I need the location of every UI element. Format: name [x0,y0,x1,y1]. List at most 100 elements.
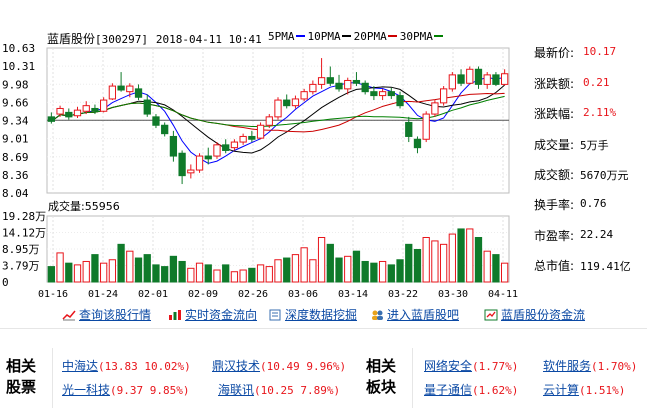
related-item-name[interactable]: 量子通信 [424,383,472,397]
flow-icon [484,309,498,321]
volume-bar [291,254,300,283]
volume-bar [335,257,343,283]
people-icon [370,309,384,321]
related-stocks-heading: 相关 股票 [6,356,36,398]
price-tick-label: 9.34 [2,115,29,128]
volume-bar [309,259,317,283]
volume-tick-label: 14.12万 [2,227,46,240]
volume-bar [117,243,125,283]
quick-link[interactable]: 进入蓝盾股吧 [370,306,459,323]
x-tick-label: 03-22 [388,289,418,300]
related-item-name[interactable]: 云计算 [543,383,579,397]
candle-body [396,95,404,107]
stat-value: 10.17 [583,45,617,58]
quick-link-label: 查询该股行情 [79,308,152,322]
volume-bar [378,260,387,283]
stat-label: 换手率: [534,198,575,212]
candle-body [326,77,334,84]
quick-link[interactable]: 深度数据挖掘 [268,306,357,323]
candle-body [100,99,108,112]
quick-link[interactable]: 实时资金流向 [168,306,257,323]
candle-body [134,88,143,98]
related-stock-item[interactable]: 鼎汉技术(10.49 9.96%) [212,357,346,374]
volume-bar [483,250,491,283]
price-tick-label: 9.66 [2,96,29,109]
candle-body [187,169,195,174]
related-stock-item[interactable]: 中海达(13.83 10.02%) [62,357,191,374]
ma-legend-item: 30PMA [400,30,446,43]
volume-tick-label: 19.28万 [2,210,46,223]
stock-code: [300297] [95,33,148,46]
volume-bar [413,248,422,283]
related-sector-item[interactable]: 云计算(1.51%) [543,381,625,398]
ma-legend-swatch [387,35,397,37]
candle-body [265,116,273,126]
candle-body [82,105,90,112]
stat-value: 0.76 [580,197,607,210]
price-tick-label: 8.36 [2,169,29,182]
related-sectors-heading-line2: 板块 [366,378,397,396]
volume-bar [126,250,134,283]
related-item-value: (1.77%) [472,360,519,373]
candle-body [117,85,125,91]
volume-bar [169,255,178,283]
volume-bar [448,233,456,283]
price-tick-label: 10.31 [2,60,35,73]
related-stock-item[interactable]: 海联讯(10.25 7.89%) [218,381,340,398]
stat-label: 涨跌幅: [534,107,575,121]
candle-body [317,77,326,85]
candle-body [213,144,221,157]
divider [52,348,53,408]
candle-body [143,99,151,115]
volume-tick-label: 0 [2,276,9,289]
volume-bar [108,259,117,283]
price-tick-label: 10.63 [2,42,35,55]
candle-body [161,124,169,135]
ma-legend-swatch [433,35,443,37]
candle-body [370,91,378,97]
related-sector-item[interactable]: 网络安全(1.77%) [424,357,518,374]
candle-body [300,91,308,100]
related-item-name[interactable]: 软件服务 [543,359,591,373]
candle-body [126,85,134,93]
volume-bar [474,236,483,283]
related-item-value: (13.83 10.02%) [98,360,191,373]
candle-body [422,113,430,140]
volume-bar [222,264,230,283]
candle-body [483,74,491,85]
x-tick-label: 01-24 [88,289,118,300]
related-item-value: (1.70%) [591,360,638,373]
document-icon [268,309,282,321]
volume-bar [161,266,169,283]
candle-body [378,91,387,97]
related-item-name[interactable]: 光一科技 [62,383,110,397]
stat-label: 成交额: [534,168,575,182]
section-divider [0,328,647,329]
related-item-name[interactable]: 海联讯 [218,383,254,397]
ma-legend: 5PMA 10PMA 20PMA 30PMA [268,30,446,43]
x-tick-label: 03-30 [438,289,468,300]
related-item-name[interactable]: 鼎汉技术 [212,359,260,373]
volume-bar [195,262,204,283]
related-item-name[interactable]: 中海达 [62,359,98,373]
stat-value: 2.11% [583,106,617,119]
candle-body [352,79,361,84]
candle-body [405,121,413,137]
related-stock-item[interactable]: 光一科技(9.37 9.85%) [62,381,190,398]
related-sector-item[interactable]: 软件服务(1.70%) [543,357,637,374]
related-sector-item[interactable]: 量子通信(1.62%) [424,381,518,398]
volume-bar [178,260,186,283]
quick-link[interactable]: 查询该股行情 [62,306,151,323]
candle-body [457,74,465,84]
ma-legend-item: 20PMA [354,30,400,43]
ma-legend-item: 5PMA [268,30,308,43]
candle-body [387,91,395,97]
volume-bar [317,236,326,283]
candle-body [239,135,247,143]
volume-bar [213,269,221,283]
quick-link[interactable]: 蓝盾股份资金流 [484,306,585,323]
related-item-name[interactable]: 网络安全 [424,359,472,373]
volume-bar [91,254,99,283]
quick-link-label: 深度数据挖掘 [285,308,358,322]
volume-bar [300,247,308,283]
